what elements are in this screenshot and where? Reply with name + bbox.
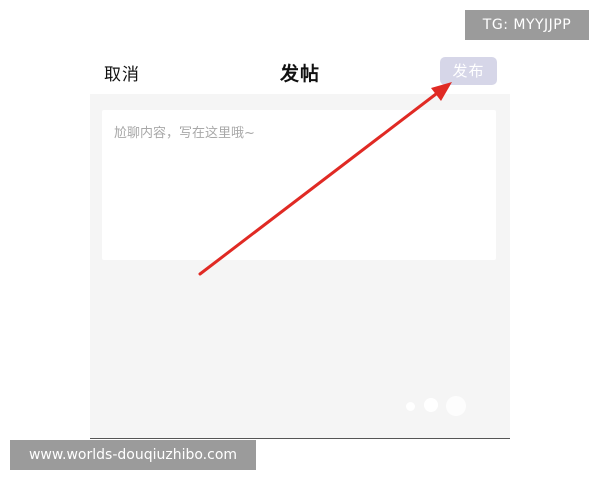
dot bbox=[446, 396, 466, 416]
watermark-bottom: www.worlds-douqiuzhibo.com bbox=[10, 440, 256, 470]
watermark-top: TG: MYYJJPP bbox=[465, 10, 589, 40]
dot bbox=[406, 402, 415, 411]
dot bbox=[424, 398, 438, 412]
top-bar: 取消 发帖 发布 bbox=[90, 52, 510, 92]
post-content-input[interactable] bbox=[114, 122, 484, 247]
screen: 取消 发帖 发布 TG: MYYJJPP www.worlds-douqiuzh… bbox=[0, 0, 600, 480]
post-content-box bbox=[102, 110, 496, 260]
publish-button[interactable]: 发布 bbox=[440, 57, 497, 85]
loading-dots bbox=[400, 388, 490, 428]
bottom-divider bbox=[90, 438, 510, 439]
